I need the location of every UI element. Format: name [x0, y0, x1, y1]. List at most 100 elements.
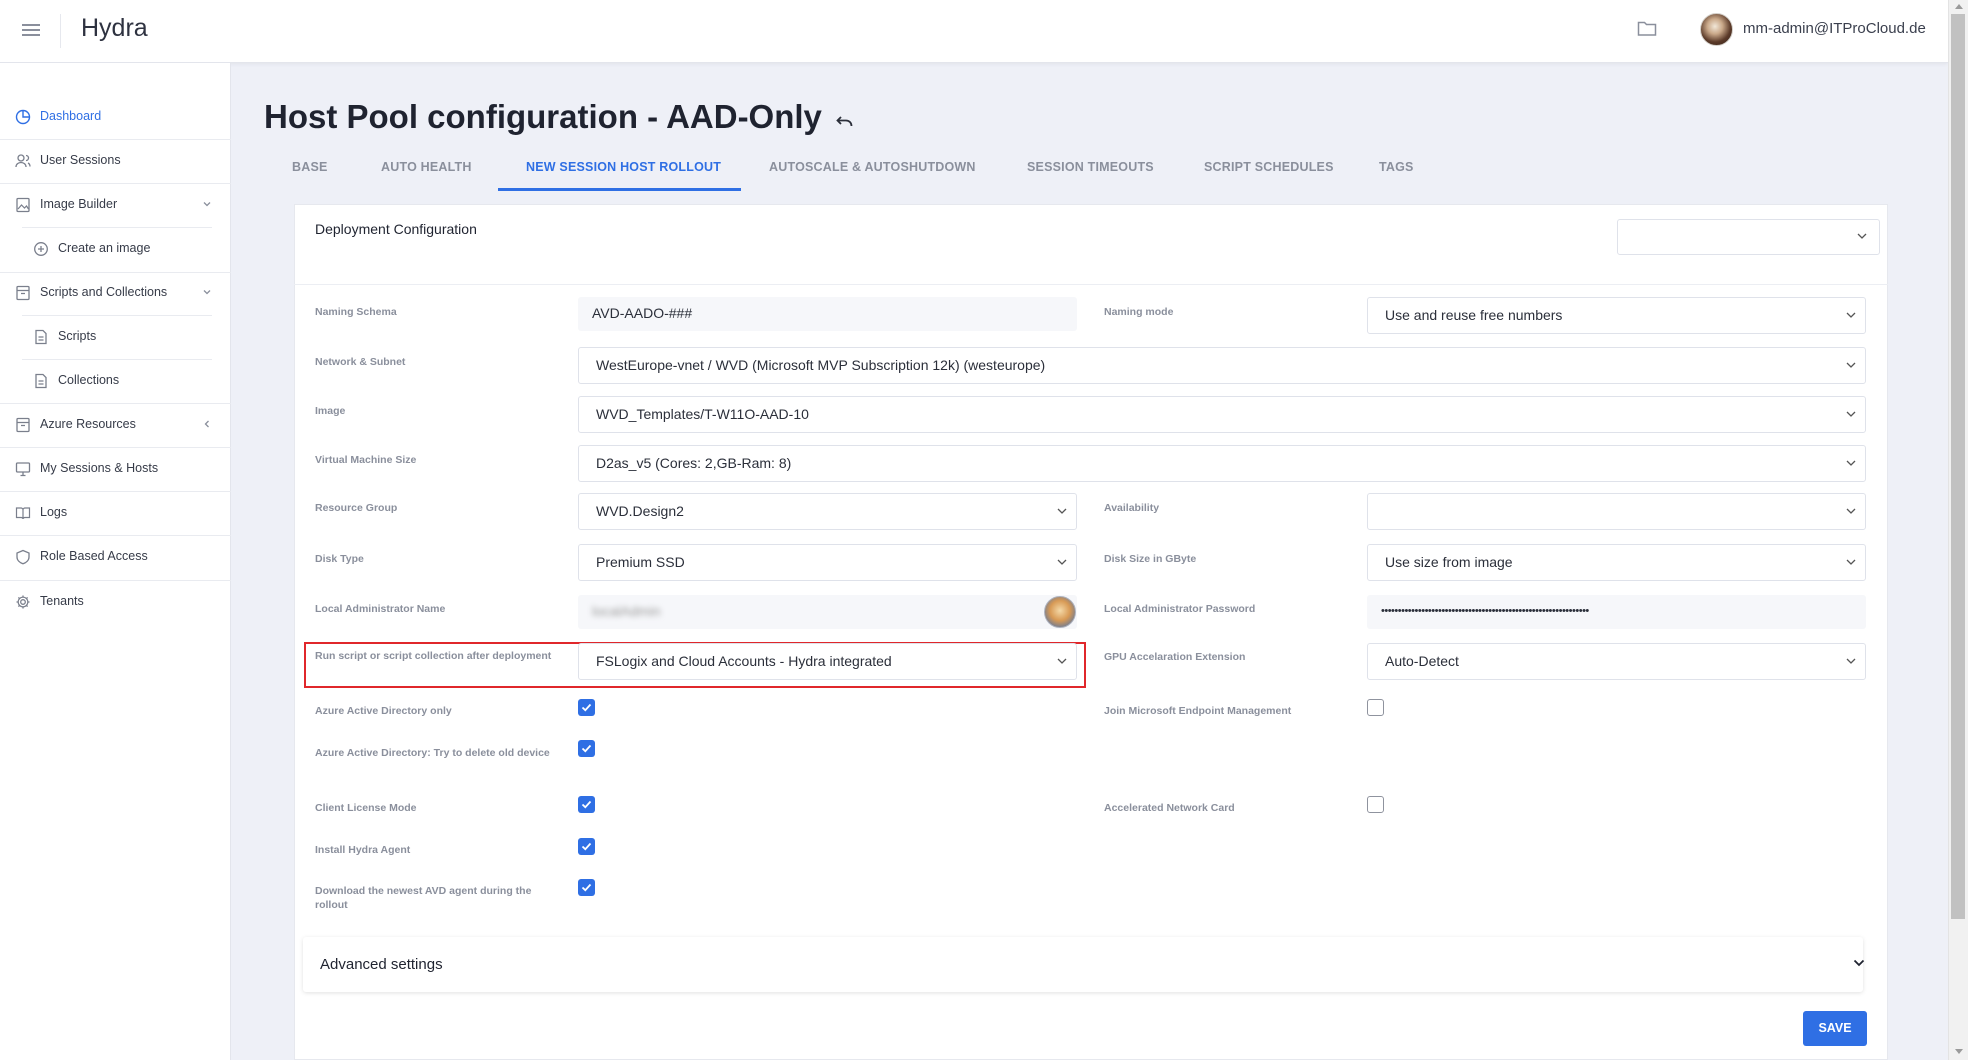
image-label: Image: [315, 405, 346, 417]
client-license-checkbox[interactable]: [578, 796, 595, 813]
tab-base[interactable]: BASE: [292, 160, 328, 190]
password-generator-icon[interactable]: [1044, 596, 1076, 628]
chevron-down-icon: [1846, 460, 1856, 466]
download-agent-checkbox[interactable]: [578, 879, 595, 896]
disk-type-label: Disk Type: [315, 553, 364, 565]
aad-delete-label: Azure Active Directory: Try to delete ol…: [315, 747, 550, 759]
naming-mode-label: Naming mode: [1104, 306, 1174, 318]
card-title: Deployment Configuration: [315, 221, 477, 237]
sidebar-item-my-sessions-hosts[interactable]: My Sessions & Hosts: [0, 447, 231, 491]
local-admin-password-input[interactable]: ••••••••••••••••••••••••••••••••••••••••…: [1367, 595, 1866, 629]
selected-value: WestEurope-vnet / WVD (Microsoft MVP Sub…: [596, 357, 1046, 373]
sidebar-item-scripts[interactable]: Scripts: [0, 315, 231, 359]
disk-size-label: Disk Size in GByte: [1104, 553, 1197, 565]
naming-schema-input[interactable]: AVD-AADO-###: [578, 297, 1077, 331]
aad-delete-checkbox[interactable]: [578, 740, 595, 757]
sidebar-item-label: Create an image: [58, 241, 151, 255]
chevron-down-icon: [1057, 508, 1067, 514]
chevron-left-icon: [204, 420, 209, 428]
check-icon: [581, 800, 592, 809]
aad-only-checkbox[interactable]: [578, 699, 595, 716]
sidebar-item-scripts-collections[interactable]: Scripts and Collections: [0, 271, 231, 315]
vm-size-select[interactable]: D2as_v5 (Cores: 2,GB-Ram: 8): [578, 445, 1866, 482]
save-button[interactable]: SAVE: [1803, 1011, 1867, 1046]
sidebar-item-label: Azure Resources: [40, 417, 136, 431]
sidebar: Dashboard User Sessions Image Builder Cr…: [0, 63, 231, 1060]
selected-value: D2as_v5 (Cores: 2,GB-Ram: 8): [596, 455, 792, 471]
sidebar-item-user-sessions[interactable]: User Sessions: [0, 139, 231, 183]
gear-icon: [16, 595, 30, 609]
resource-group-select[interactable]: WVD.Design2: [578, 493, 1077, 530]
plus-circle-icon: [34, 242, 48, 256]
disk-size-select[interactable]: Use size from image: [1367, 544, 1866, 581]
sidebar-item-dashboard[interactable]: Dashboard: [0, 95, 231, 139]
selected-value: Premium SSD: [596, 554, 685, 570]
brand-separator: [60, 14, 61, 48]
tab-tags[interactable]: TAGS: [1379, 160, 1414, 190]
user-name[interactable]: mm-admin@ITProCloud.de: [1743, 20, 1926, 37]
selected-value: Auto-Detect: [1385, 653, 1459, 669]
advanced-settings-label: Advanced settings: [320, 956, 443, 973]
user-avatar[interactable]: [1700, 13, 1733, 46]
availability-select[interactable]: [1367, 493, 1866, 530]
accelerated-network-checkbox[interactable]: [1367, 796, 1384, 813]
chevron-down-icon: [1846, 508, 1856, 514]
tab-auto-health[interactable]: AUTO HEALTH: [381, 160, 472, 190]
configuration-select[interactable]: [1617, 219, 1880, 255]
accelerated-network-label: Accelerated Network Card: [1104, 802, 1235, 814]
folder-icon[interactable]: [1637, 19, 1657, 37]
users-icon: [15, 154, 31, 168]
tab-session-timeouts[interactable]: SESSION TIMEOUTS: [1027, 160, 1154, 190]
sidebar-item-label: Scripts: [58, 329, 97, 343]
join-mem-label: Join Microsoft Endpoint Management: [1104, 705, 1292, 717]
install-agent-checkbox[interactable]: [578, 838, 595, 855]
selected-value: WVD.Design2: [596, 503, 684, 519]
sidebar-item-create-image[interactable]: Create an image: [0, 227, 231, 271]
selected-value: Use and reuse free numbers: [1385, 307, 1563, 323]
input-value: localAdmin: [592, 603, 661, 619]
scroll-up-arrow-icon[interactable]: [1955, 4, 1963, 9]
sidebar-item-label: Tenants: [40, 594, 84, 608]
sidebar-item-label: Collections: [58, 373, 120, 387]
gpu-extension-select[interactable]: Auto-Detect: [1367, 643, 1866, 680]
sidebar-item-logs[interactable]: Logs: [0, 491, 231, 535]
sidebar-item-azure-resources[interactable]: Azure Resources: [0, 403, 231, 447]
naming-mode-select[interactable]: Use and reuse free numbers: [1367, 297, 1866, 334]
top-bar: Hydra mm-admin@ITProCloud.de: [0, 0, 1948, 63]
chevron-down-icon: [1846, 411, 1856, 417]
advanced-settings-panel[interactable]: Advanced settings: [303, 937, 1865, 992]
local-admin-name-input[interactable]: localAdmin: [578, 595, 1077, 629]
network-subnet-select[interactable]: WestEurope-vnet / WVD (Microsoft MVP Sub…: [578, 347, 1866, 384]
file-icon: [35, 329, 47, 345]
download-agent-label: Download the newest AVD agent during the…: [315, 885, 532, 911]
tab-new-session-host-rollout[interactable]: NEW SESSION HOST ROLLOUT: [526, 160, 721, 190]
tab-script-schedules[interactable]: SCRIPT SCHEDULES: [1204, 160, 1334, 190]
gpu-extension-label: GPU Accelaration Extension: [1104, 651, 1246, 663]
scroll-down-arrow-icon[interactable]: [1955, 1049, 1963, 1054]
sidebar-item-label: Image Builder: [40, 197, 118, 211]
undo-icon[interactable]: [836, 113, 854, 131]
sidebar-item-collections[interactable]: Collections: [0, 359, 231, 403]
selected-value: FSLogix and Cloud Accounts - Hydra integ…: [596, 653, 892, 669]
selected-value: WVD_Templates/T-W11O-AAD-10: [596, 406, 809, 422]
join-mem-checkbox[interactable]: [1367, 699, 1384, 716]
divider: [294, 284, 1888, 285]
run-script-select[interactable]: FSLogix and Cloud Accounts - Hydra integ…: [578, 643, 1077, 680]
scrollbar-thumb[interactable]: [1951, 14, 1965, 919]
disk-type-select[interactable]: Premium SSD: [578, 544, 1077, 581]
sidebar-item-label: Role Based Access: [40, 549, 148, 563]
check-icon: [581, 842, 592, 851]
hamburger-menu-icon[interactable]: [18, 17, 46, 45]
image-select[interactable]: WVD_Templates/T-W11O-AAD-10: [578, 396, 1866, 433]
sidebar-item-image-builder[interactable]: Image Builder: [0, 183, 231, 227]
chevron-down-icon: [203, 202, 211, 207]
resource-group-label: Resource Group: [315, 502, 398, 514]
check-icon: [581, 744, 592, 753]
availability-label: Availability: [1104, 502, 1160, 514]
sidebar-item-tenants[interactable]: Tenants: [0, 580, 231, 624]
sidebar-item-role-based-access[interactable]: Role Based Access: [0, 535, 231, 579]
image-builder-icon: [16, 197, 30, 213]
chevron-down-icon: [1846, 312, 1856, 318]
active-tab-indicator: [498, 188, 741, 191]
tab-autoscale-autoshutdown[interactable]: AUTOSCALE & AUTOSHUTDOWN: [769, 160, 976, 190]
